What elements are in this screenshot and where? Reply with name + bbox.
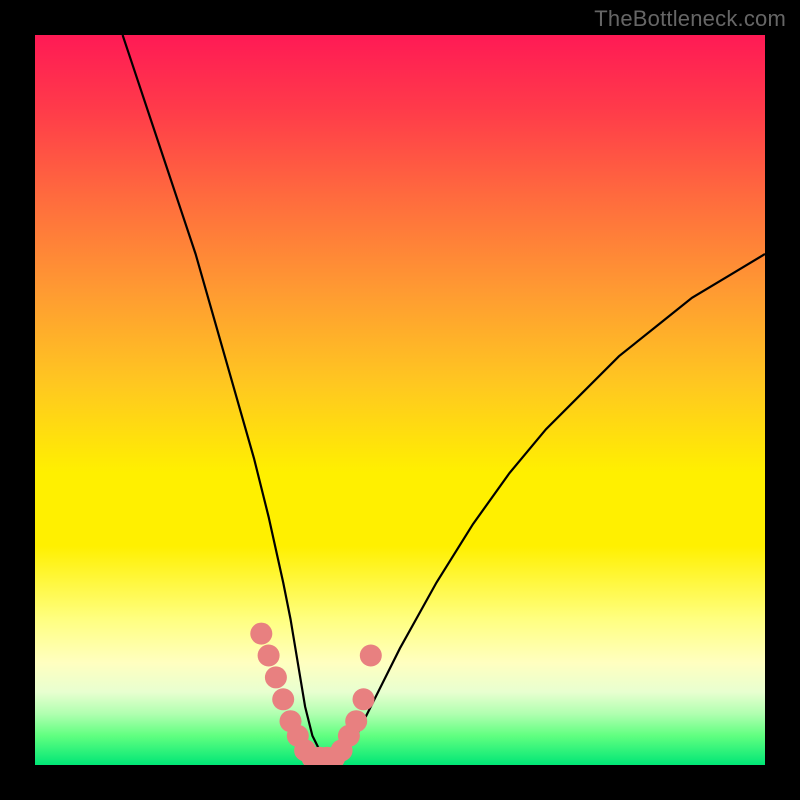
marker-dot xyxy=(353,688,375,710)
bottleneck-curve xyxy=(123,35,765,758)
marker-dot xyxy=(345,710,367,732)
chart-frame: TheBottleneck.com xyxy=(0,0,800,800)
plot-area xyxy=(35,35,765,765)
chart-svg xyxy=(35,35,765,765)
marker-dot xyxy=(272,688,294,710)
watermark-text: TheBottleneck.com xyxy=(594,6,786,32)
marker-dot xyxy=(250,623,272,645)
marker-dot xyxy=(360,645,382,667)
marker-dot xyxy=(258,645,280,667)
marker-dot xyxy=(265,666,287,688)
